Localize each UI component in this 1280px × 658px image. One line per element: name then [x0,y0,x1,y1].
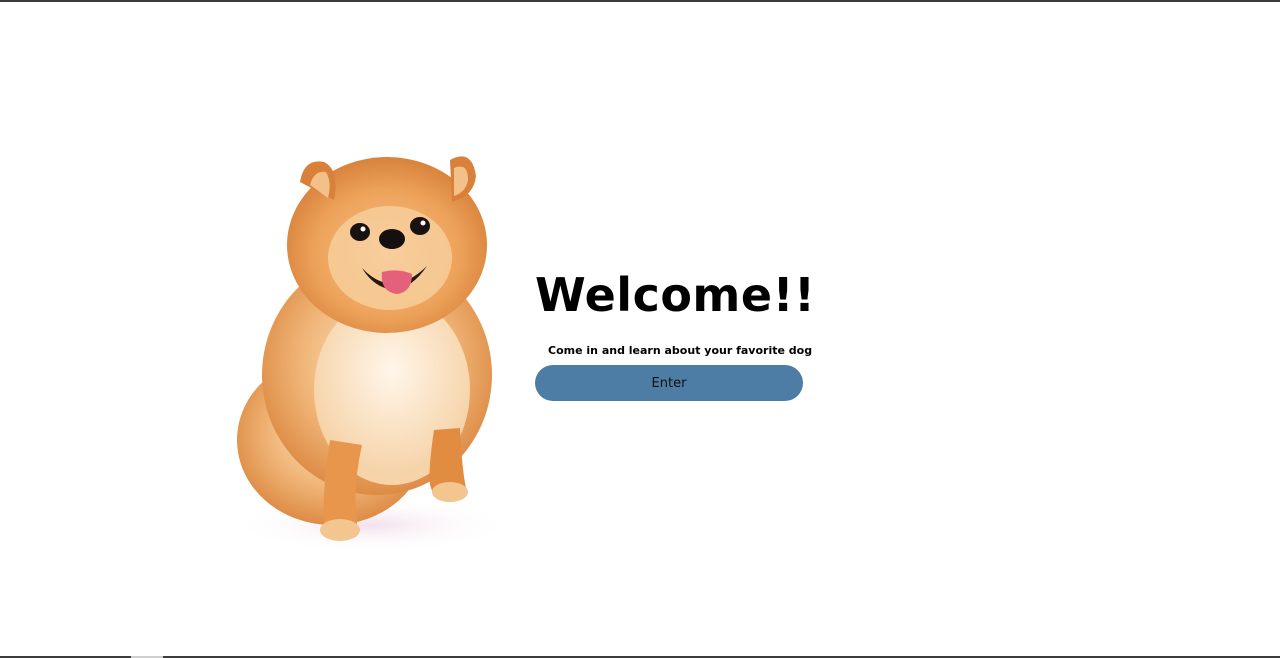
welcome-section: Welcome!! Come in and learn about your f… [535,264,816,401]
welcome-subtitle: Come in and learn about your favorite do… [548,344,813,357]
welcome-title: Welcome!! [535,268,816,322]
landing-page: Welcome!! Come in and learn about your f… [0,0,1280,658]
pomeranian-dog-image [232,156,512,552]
enter-button[interactable]: Enter [535,365,803,401]
